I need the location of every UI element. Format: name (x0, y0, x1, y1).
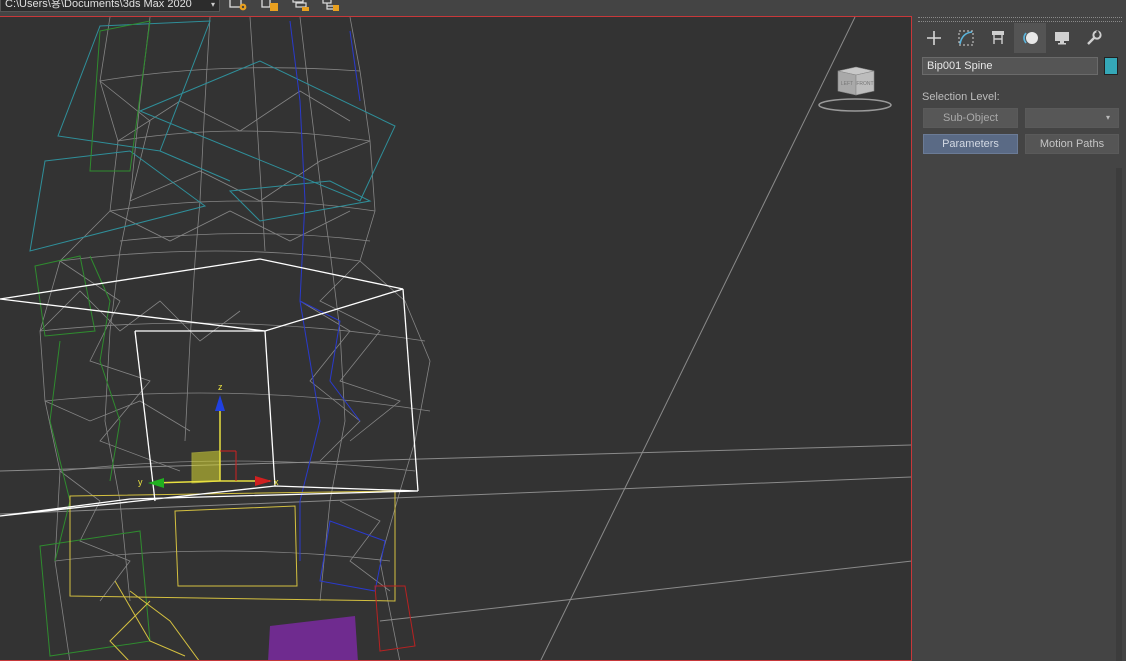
project-path-text: C:\Users\용\Documents\3ds Max 2020 (5, 0, 192, 10)
gizmo-y-label: y (138, 477, 143, 487)
sub-object-button[interactable]: Sub-Object (923, 108, 1018, 128)
plus-icon (927, 31, 941, 45)
viewcube[interactable]: LEFT FRONT (818, 57, 894, 117)
move-gizmo[interactable]: z y x (130, 377, 290, 507)
object-name-field[interactable]: Bip001 Spine (922, 57, 1098, 75)
object-color-swatch[interactable] (1104, 57, 1118, 75)
sub-object-dropdown[interactable]: ▾ (1025, 108, 1119, 128)
tab-hierarchy[interactable] (982, 23, 1014, 53)
project-settings-icon[interactable] (228, 0, 248, 12)
command-panel-tabs (918, 23, 1122, 53)
project-folder-icon[interactable] (260, 0, 280, 12)
gizmo-z-label: z (218, 382, 223, 392)
wrench-icon (1087, 30, 1102, 45)
layer-manager-icon[interactable] (291, 0, 311, 12)
display-monitor-icon (1055, 32, 1069, 45)
motion-icon (1023, 32, 1038, 44)
wireframe-scene (0, 17, 911, 660)
scene-explorer-icon[interactable] (321, 0, 341, 12)
selection-level-label: Selection Level: (922, 91, 1000, 103)
gizmo-x-label: x (274, 477, 279, 487)
tab-create[interactable] (918, 23, 950, 53)
tab-display[interactable] (1046, 23, 1078, 53)
tab-modify[interactable] (950, 23, 982, 53)
tab-motion[interactable] (1014, 23, 1046, 53)
viewcube-left-label: LEFT (841, 81, 853, 87)
hierarchy-icon (992, 31, 1004, 44)
perspective-viewport[interactable]: LEFT FRONT z y x (0, 16, 912, 661)
command-panel: Bip001 Spine Selection Level: Sub-Object… (912, 16, 1126, 661)
object-name-text: Bip001 Spine (927, 60, 993, 72)
tab-utilities[interactable] (1078, 23, 1110, 53)
motion-paths-button[interactable]: Motion Paths (1025, 134, 1119, 154)
modify-curve-icon (958, 30, 974, 46)
chevron-down-icon: ▾ (1105, 113, 1110, 122)
viewcube-front-label: FRONT (856, 81, 873, 87)
panel-drag-handle[interactable] (918, 17, 1122, 22)
parameters-button[interactable]: Parameters (923, 134, 1018, 154)
panel-scrollbar[interactable] (1116, 168, 1122, 661)
project-path-dropdown[interactable]: C:\Users\용\Documents\3ds Max 2020 ▾ (0, 0, 220, 12)
path-toolbar: C:\Users\용\Documents\3ds Max 2020 ▾ (0, 0, 1126, 17)
chevron-down-icon: ▾ (210, 0, 215, 9)
